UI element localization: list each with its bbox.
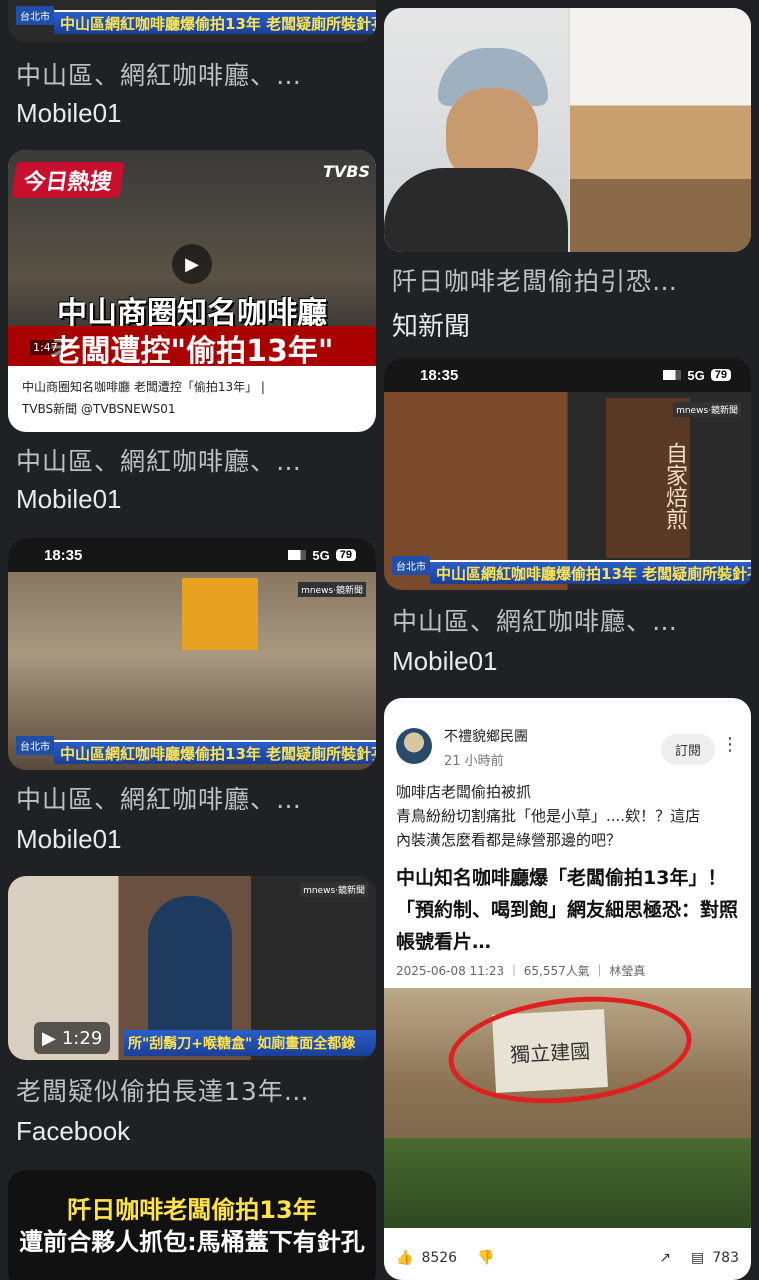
video-duration[interactable]: ▶ 1:29 [34, 1022, 111, 1054]
thumbnail[interactable]: 阡日咖啡老闆偷拍13年 遭前合夥人抓包:馬桶蓋下有針孔 [8, 1170, 376, 1280]
wall-poster [182, 578, 258, 650]
article-headline[interactable]: 中山知名咖啡廳爆「老闆偷拍13年」！「預約制、喝到飽」網友細思極恐：對照帳號看片… [396, 862, 741, 958]
result-source: Mobile01 [16, 824, 122, 854]
post-card[interactable]: 不禮貌鄉民團 21 小時前 訂閱 ⋮ 咖啡店老闆偷拍被抓 青鳥紛紛切割痛批「他是… [384, 698, 751, 1280]
ticker-location: 台北市 [16, 6, 54, 25]
result-source: Mobile01 [16, 484, 122, 514]
desc-line: 青鳥紛紛切割痛批「他是小草」....欸！？這店 [396, 807, 701, 825]
plants [384, 1138, 751, 1228]
news-ticker: 台北市 中山區網紅咖啡廳爆偷拍13年 老闆疑廁所裝針孔 [384, 556, 751, 586]
status-right: 5G 79 [663, 368, 731, 383]
battery-icon: 79 [710, 369, 731, 381]
caption-line-2: TVBS新聞 @TVBSNEWS01 [22, 402, 176, 416]
result-card[interactable]: 台北市 中山區網紅咖啡廳爆偷拍13年 老闆疑廁所裝針孔 中山區、網紅咖啡廳、… … [8, 0, 376, 140]
result-card[interactable]: 18:35 5G 79 自家焙煎 mnews‧鏡新聞 台北市 中山區網紅咖啡廳爆… [384, 358, 751, 688]
red-circle-annotation [443, 988, 697, 1115]
thumb-headline-2: 遭前合夥人抓包:馬桶蓋下有針孔 [19, 1228, 365, 1256]
thumbnail[interactable]: 台北市 中山區網紅咖啡廳爆偷拍13年 老闆疑廁所裝針孔 [8, 0, 376, 42]
author-avatar[interactable] [396, 728, 432, 764]
overlay-line-2: 老闆遭控"偷拍13年" [8, 326, 376, 369]
ticker-text: 中山區網紅咖啡廳爆偷拍13年 老闆疑廁所裝針孔 [430, 560, 751, 584]
jacket [384, 168, 568, 252]
status-bar: 18:35 5G 79 [384, 358, 751, 392]
result-title[interactable]: 中山區、網紅咖啡廳、… [16, 780, 372, 816]
hot-search-banner: 今日熱搜 [11, 162, 125, 198]
article-meta: 2025-06-08 11:23 ｜ 65,557人氣 ｜ 林瑩真 [396, 964, 646, 978]
signal-icon [288, 550, 307, 560]
result-card[interactable]: 阡日咖啡老闆偷拍引恐… 知新聞 [384, 8, 751, 348]
result-title[interactable]: 中山區、網紅咖啡廳、… [16, 56, 372, 92]
author-name[interactable]: 不禮貌鄉民團 [444, 726, 528, 746]
signal-icon [663, 370, 682, 380]
battery-icon: 79 [335, 549, 356, 561]
post-description: 咖啡店老闆偷拍被抓 青鳥紛紛切割痛批「他是小草」....欸！？這店 內裝潢怎麼看… [396, 780, 739, 852]
like-icon[interactable]: 👍 [396, 1250, 413, 1266]
ticker-text: 中山區網紅咖啡廳爆偷拍13年 老闆疑廁所裝針孔 [54, 740, 376, 764]
thumbnail[interactable]: 18:35 5G 79 自家焙煎 mnews‧鏡新聞 台北市 中山區網紅咖啡廳爆… [384, 358, 751, 590]
result-card[interactable]: 18:35 5G 79 mnews‧鏡新聞 台北市 中山區網紅咖啡廳爆偷拍13年… [8, 538, 376, 868]
result-source: 知新聞 [392, 311, 471, 341]
portrait-photo [384, 8, 568, 252]
channel-logo: TVBS [322, 162, 370, 181]
thumb-headline-1: 阡日咖啡老闆偷拍13年 [67, 1196, 317, 1224]
result-source: Mobile01 [16, 98, 122, 128]
ticker-text: 所"刮鬍刀+喉糖盒" 如廁畫面全都錄 [124, 1030, 376, 1056]
result-card[interactable]: 阡日咖啡老闆偷拍13年 遭前合夥人抓包:馬桶蓋下有針孔 [8, 1170, 376, 1280]
duration-text: 1:29 [61, 1027, 103, 1049]
result-title[interactable]: 老闆疑似偷拍長達13年… [16, 1072, 372, 1108]
reporter-figure [148, 896, 232, 1046]
play-icon[interactable]: ▶ [172, 244, 212, 284]
result-card[interactable]: mnews‧鏡新聞 ▶ 1:29 所"刮鬍刀+喉糖盒" 如廁畫面全都錄 老闆疑似… [8, 876, 376, 1162]
post-time: 21 小時前 [444, 754, 504, 769]
caption-line-1: 中山商圈知名咖啡廳 老闆遭控「偷拍13年」 | [22, 380, 265, 394]
desc-line: 內裝潢怎麼看都是綠營那邊的吧？ [396, 831, 622, 849]
like-count: 8526 [421, 1250, 458, 1266]
network-label: 5G [687, 367, 705, 383]
result-source: Mobile01 [392, 646, 498, 676]
watermark: mnews‧鏡新聞 [673, 402, 741, 417]
result-card[interactable]: 今日熱搜 TVBS ▶ 中山商圈知名咖啡廳 老闆遭控"偷拍13年" 1:47 中… [8, 150, 376, 530]
ticker-location: 台北市 [392, 556, 430, 575]
status-right: 5G 79 [288, 548, 356, 563]
dislike-icon[interactable]: 👎 [477, 1250, 494, 1266]
status-bar: 18:35 5G 79 [8, 538, 376, 572]
thumbnail[interactable] [384, 8, 751, 252]
cafe-interior-photo [570, 8, 751, 252]
share-icon[interactable]: ↗ [659, 1250, 671, 1266]
desc-line: 咖啡店老闆偷拍被抓 [396, 783, 532, 801]
thumbnail[interactable]: 18:35 5G 79 mnews‧鏡新聞 台北市 中山區網紅咖啡廳爆偷拍13年… [8, 538, 376, 770]
duration-badge: 1:47 [30, 340, 61, 355]
watermark: mnews‧鏡新聞 [300, 882, 368, 897]
play-icon: ▶ [42, 1027, 56, 1049]
result-title[interactable]: 中山區、網紅咖啡廳、… [392, 602, 747, 638]
network-label: 5G [312, 547, 330, 563]
ticker-text: 中山區網紅咖啡廳爆偷拍13年 老闆疑廁所裝針孔 [54, 10, 376, 34]
watermark: mnews‧鏡新聞 [298, 582, 366, 597]
subscribe-button[interactable]: 訂閱 [660, 734, 715, 765]
article-photo[interactable]: 獨立建國 [384, 988, 751, 1228]
ticker-location: 台北市 [16, 736, 54, 755]
result-title[interactable]: 中山區、網紅咖啡廳、… [16, 442, 372, 478]
news-ticker: 台北市 中山區網紅咖啡廳爆偷拍13年 老闆疑廁所裝針孔 [8, 736, 376, 766]
thumbnail[interactable]: 今日熱搜 TVBS ▶ 中山商圈知名咖啡廳 老闆遭控"偷拍13年" 1:47 中… [8, 150, 376, 432]
thumbnail[interactable]: mnews‧鏡新聞 ▶ 1:29 所"刮鬍刀+喉糖盒" 如廁畫面全都錄 [8, 876, 376, 1060]
shop-sign: 自家焙煎 [606, 398, 690, 558]
status-time: 18:35 [420, 366, 459, 384]
comment-icon[interactable]: ▤ [691, 1250, 704, 1266]
more-options-icon[interactable]: ⋮ [721, 734, 739, 755]
result-title[interactable]: 阡日咖啡老闆偷拍引恐… [392, 262, 747, 298]
result-source: Facebook [16, 1116, 131, 1146]
status-time: 18:35 [44, 546, 83, 564]
news-ticker: 台北市 中山區網紅咖啡廳爆偷拍13年 老闆疑廁所裝針孔 [8, 6, 376, 36]
comment-count: 783 [712, 1250, 739, 1266]
post-actions: 👍 8526 👎 ↗ ▤ 783 [384, 1236, 751, 1280]
